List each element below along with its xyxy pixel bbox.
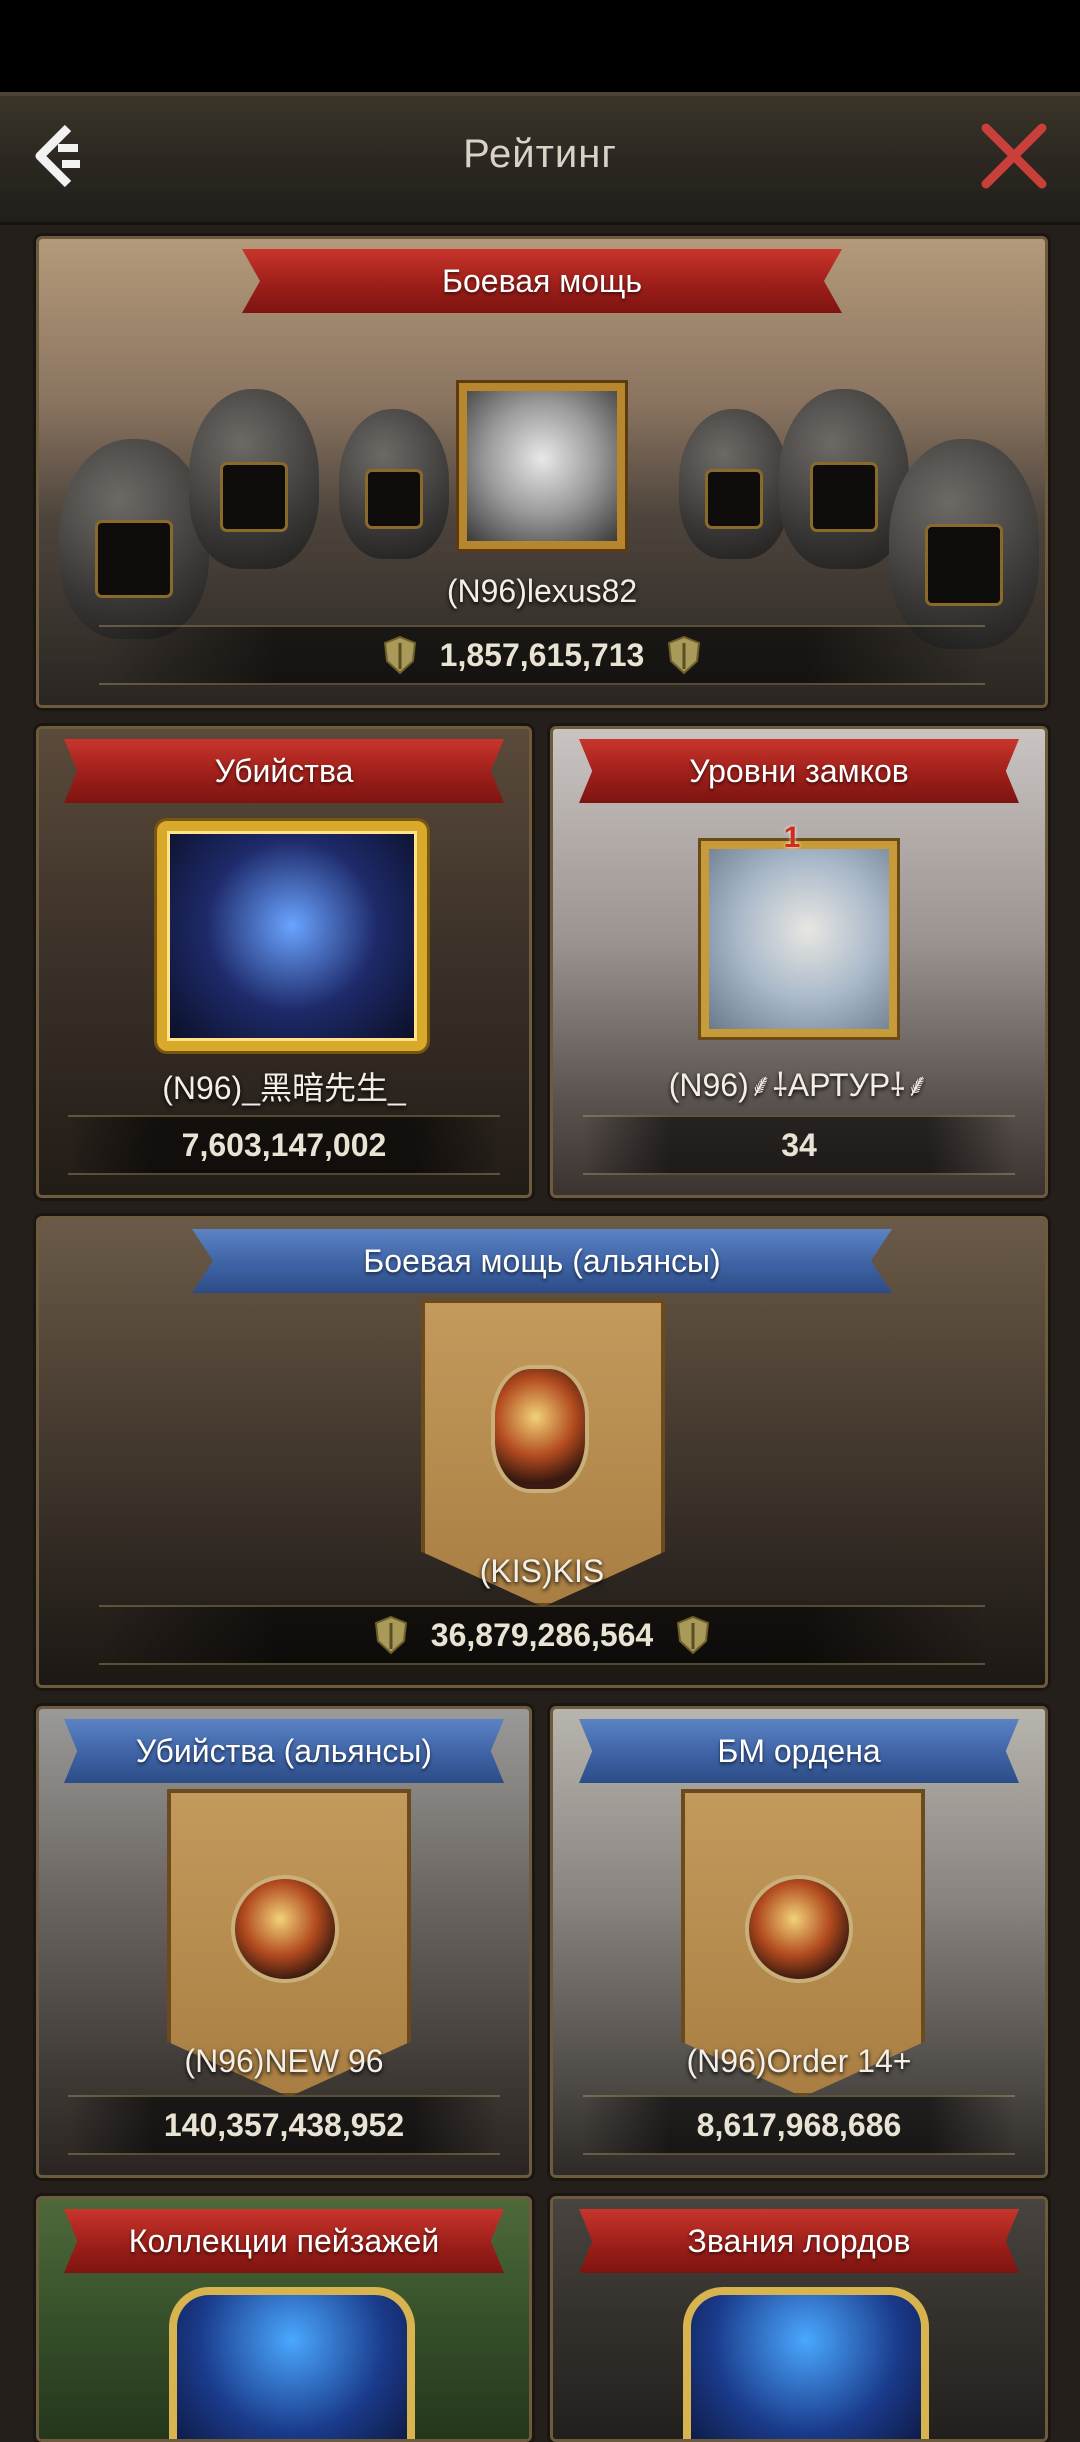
player-name: (N96)_黑暗先生_ (162, 1070, 406, 1106)
alliance-kills-value-bar: 140,357,438,952 (68, 2095, 500, 2155)
player-avatar (157, 821, 427, 1051)
alliance-name: (KIS)KIS (479, 1553, 605, 1589)
player-avatar (683, 2287, 929, 2439)
castle-levels-ranking-card[interactable]: Уровни замков 1 (N96)⸙⸸АРТУР⸸⸙ 34 (550, 726, 1048, 1198)
alliance-kills-ribbon: Убийства (альянсы) (64, 1719, 504, 1783)
rank-badge: 1 (783, 821, 801, 854)
castle-levels-ribbon: Уровни замков (579, 739, 1019, 803)
landscape-collections-ranking-card[interactable]: Коллекции пейзажей (36, 2196, 532, 2442)
kills-value-bar: 7,603,147,002 (68, 1115, 500, 1175)
kills-value: 7,603,147,002 (181, 1127, 387, 1163)
order-name: (N96)Order 14+ (686, 2043, 912, 2079)
lord-titles-ranking-card[interactable]: Звания лордов (550, 2196, 1048, 2442)
order-power-ranking-card[interactable]: БМ ордена (N96)Order 14+ 8,617,968,686 (550, 1706, 1048, 2178)
order-power-ribbon: БМ ордена (579, 1719, 1019, 1783)
alliance-name: (N96)NEW 96 (184, 2043, 384, 2079)
order-power-value: 8,617,968,686 (696, 2107, 902, 2143)
alliance-kills-value: 140,357,438,952 (163, 2107, 405, 2143)
player-avatar (701, 841, 897, 1037)
landscape-collections-ribbon: Коллекции пейзажей (64, 2209, 504, 2273)
alliance-power-ribbon: Боевая мощь (альянсы) (192, 1229, 892, 1293)
player-name: (N96)⸙⸸АРТУР⸸⸙ (668, 1067, 930, 1103)
power-ribbon: Боевая мощь (242, 249, 842, 313)
player-name: (N96)lexus82 (446, 573, 638, 609)
helmet-decoration (339, 409, 449, 559)
helmet-decoration (679, 409, 789, 559)
page-title: Рейтинг (463, 132, 617, 176)
alliance-power-ranking-card[interactable]: Боевая мощь (альянсы) (KIS)KIS 36,879,28… (36, 1216, 1048, 1688)
power-shield-icon (374, 1615, 407, 1654)
top-bar: Рейтинг (0, 92, 1080, 225)
kills-ranking-card[interactable]: Убийства (N96)_黑暗先生_ 7,603,147,002 (36, 726, 532, 1198)
castle-level-value: 34 (781, 1127, 817, 1163)
alliance-kills-ranking-card[interactable]: Убийства (альянсы) (N96)NEW 96 140,357,4… (36, 1706, 532, 2178)
order-power-value-bar: 8,617,968,686 (582, 2095, 1016, 2155)
helmet-decoration (889, 439, 1039, 649)
alliance-emblem-icon (235, 1879, 335, 1979)
order-emblem-icon (749, 1879, 849, 1979)
close-icon[interactable] (978, 120, 1050, 192)
alliance-emblem-icon (495, 1369, 585, 1489)
player-avatar (459, 383, 625, 549)
castle-level-value-bar: 34 (582, 1115, 1016, 1175)
alliance-power-value: 36,879,286,564 (430, 1617, 654, 1653)
helmet-decoration (189, 389, 319, 569)
kills-ribbon: Убийства (64, 739, 504, 803)
power-shield-icon (677, 1615, 710, 1654)
power-value: 1,857,615,713 (439, 637, 645, 673)
power-ranking-card[interactable]: Боевая мощь (N96)lexus82 1,857,615,713 (36, 236, 1048, 708)
player-avatar (169, 2287, 415, 2439)
alliance-power-value-bar: 36,879,286,564 (99, 1605, 985, 1665)
power-value-bar: 1,857,615,713 (99, 625, 985, 685)
power-shield-icon (668, 635, 701, 674)
wolf-avatar-image (467, 391, 617, 541)
lord-titles-ribbon: Звания лордов (579, 2209, 1019, 2273)
power-shield-icon (383, 635, 416, 674)
status-bar (0, 0, 1080, 92)
